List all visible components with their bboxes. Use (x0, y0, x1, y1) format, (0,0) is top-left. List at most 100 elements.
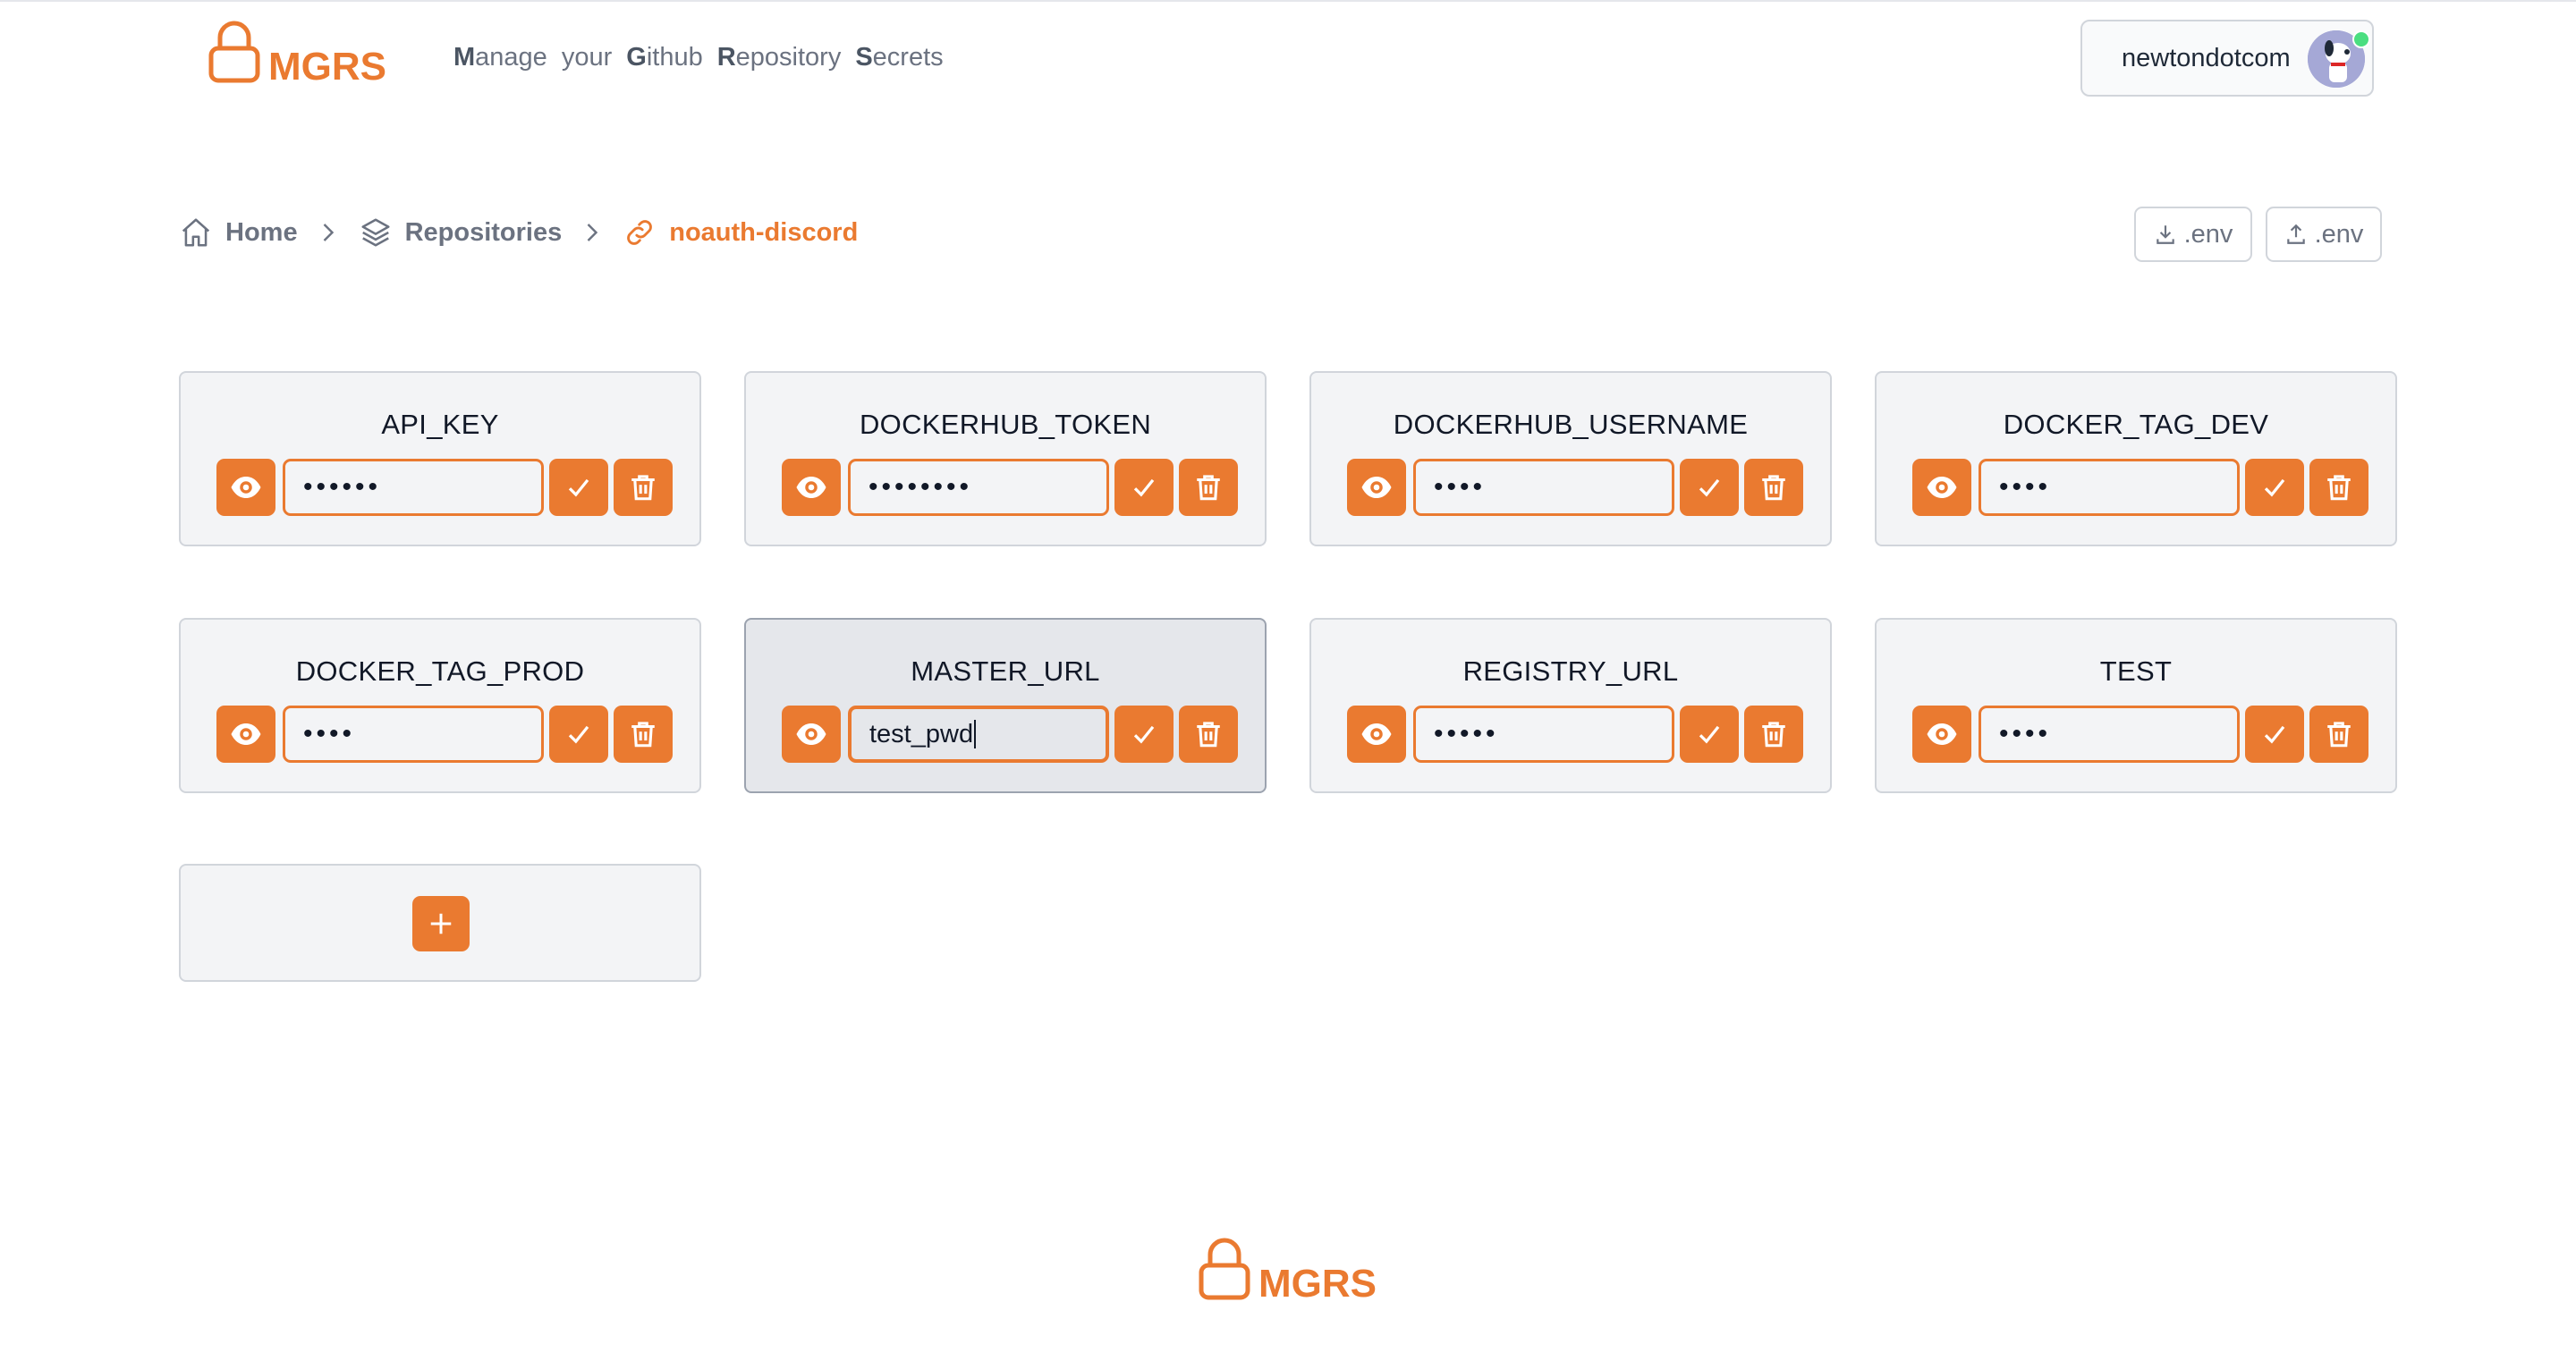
brand-logo[interactable]: MGRS (208, 20, 386, 89)
home-icon (182, 218, 210, 247)
eye-icon (796, 477, 826, 498)
secret-value-input[interactable]: •••••••• (848, 459, 1109, 516)
secret-value-input[interactable]: •••• (1413, 459, 1674, 516)
user-menu-button[interactable]: newtondotcom (2080, 20, 2374, 97)
secret-name: API_KEY (381, 409, 499, 440)
reveal-button[interactable] (216, 706, 275, 763)
brand-name: MGRS (268, 45, 386, 89)
secret-name: DOCKERHUB_TOKEN (859, 409, 1152, 440)
breadcrumb-repositories[interactable]: Repositories (359, 216, 563, 249)
link-icon (627, 220, 653, 245)
secret-value-input[interactable]: •••• (1979, 459, 2240, 516)
secret-card: API_KEY •••••• (179, 371, 701, 546)
reveal-button[interactable] (782, 459, 841, 516)
secret-name: DOCKER_TAG_DEV (2003, 409, 2269, 440)
secret-name: REGISTRY_URL (1462, 655, 1679, 687)
add-secret-card (179, 864, 701, 982)
layers-icon (361, 218, 390, 247)
add-secret-button[interactable] (412, 896, 470, 951)
reveal-button[interactable] (1912, 459, 1971, 516)
check-icon (2264, 478, 2285, 497)
save-button[interactable] (549, 459, 608, 516)
reveal-button[interactable] (1347, 459, 1406, 516)
eye-icon (1361, 477, 1392, 498)
breadcrumb-home[interactable]: Home (179, 216, 298, 249)
save-button[interactable] (549, 706, 608, 763)
secret-value-input[interactable]: •••••• (283, 459, 544, 516)
save-button[interactable] (2245, 706, 2304, 763)
trash-icon (2327, 722, 2351, 748)
secret-value-text: test_pwd (869, 719, 974, 748)
delete-button[interactable] (614, 459, 673, 516)
window-top-border (0, 0, 2576, 2)
trash-icon (631, 722, 655, 748)
secret-name: DOCKER_TAG_PROD (295, 655, 585, 687)
online-status-dot (2352, 30, 2370, 48)
delete-button[interactable] (614, 706, 673, 763)
trash-icon (1762, 475, 1785, 501)
delete-button[interactable] (2309, 459, 2368, 516)
delete-button[interactable] (1179, 459, 1238, 516)
eye-icon (796, 723, 826, 745)
secret-name: MASTER_URL (911, 655, 1100, 687)
breadcrumb: Home Repositories noauth-discord (179, 216, 858, 249)
username: newtondotcom (2122, 43, 2291, 72)
trash-icon (631, 475, 655, 501)
footer-logo: MGRS (1198, 1237, 1377, 1304)
chevron-right-icon (583, 222, 601, 243)
tagline-word: Github (626, 43, 703, 72)
secret-card-active: MASTER_URL test_pwd (744, 618, 1267, 793)
lock-icon (1199, 1238, 1250, 1300)
upload-env-button[interactable]: .env (2266, 207, 2382, 262)
download-env-button[interactable]: .env (2134, 207, 2252, 262)
save-button[interactable] (1114, 459, 1174, 516)
reveal-button[interactable] (1912, 706, 1971, 763)
trash-icon (1197, 475, 1220, 501)
tagline-word: Manage (453, 43, 547, 72)
plus-icon (430, 913, 452, 934)
reveal-button[interactable] (782, 706, 841, 763)
check-icon (2264, 725, 2285, 744)
reveal-button[interactable] (216, 459, 275, 516)
trash-icon (1197, 722, 1220, 748)
save-button[interactable] (1114, 706, 1174, 763)
breadcrumb-current-label: noauth-discord (669, 217, 859, 247)
delete-button[interactable] (2309, 706, 2368, 763)
secret-value-input[interactable]: •••• (283, 706, 544, 763)
upload-env-label: .env (2314, 219, 2364, 249)
breadcrumb-current[interactable]: noauth-discord (623, 216, 858, 249)
delete-button[interactable] (1744, 706, 1803, 763)
save-button[interactable] (1680, 706, 1739, 763)
check-icon (1133, 478, 1155, 497)
trash-icon (2327, 475, 2351, 501)
secret-value-input[interactable]: •••• (1979, 706, 2240, 763)
secret-value-input[interactable]: ••••• (1413, 706, 1674, 763)
chevron-right-icon (319, 222, 337, 243)
delete-button[interactable] (1744, 459, 1803, 516)
text-caret (974, 720, 977, 748)
trash-icon (1762, 722, 1785, 748)
check-icon (568, 478, 589, 497)
tagline: Manage your Github Repository Secrets (453, 43, 958, 72)
secret-card: DOCKERHUB_TOKEN •••••••• (744, 371, 1267, 546)
secret-value-input-focused[interactable]: test_pwd (848, 706, 1109, 763)
save-button[interactable] (2245, 459, 2304, 516)
secret-card: DOCKERHUB_USERNAME •••• (1309, 371, 1832, 546)
secret-card: DOCKER_TAG_DEV •••• (1875, 371, 2397, 546)
save-button[interactable] (1680, 459, 1739, 516)
secret-name: TEST (2099, 655, 2173, 687)
delete-button[interactable] (1179, 706, 1238, 763)
eye-icon (1361, 723, 1392, 745)
check-icon (1699, 725, 1720, 744)
eye-icon (1927, 477, 1957, 498)
check-icon (1133, 725, 1155, 744)
check-icon (1699, 478, 1720, 497)
secret-card: DOCKER_TAG_PROD •••• (179, 618, 701, 793)
lock-icon (208, 21, 260, 83)
reveal-button[interactable] (1347, 706, 1406, 763)
download-env-label: .env (2183, 219, 2233, 249)
breadcrumb-repositories-label: Repositories (404, 217, 563, 247)
eye-icon (1927, 723, 1957, 745)
secret-card: TEST •••• (1875, 618, 2397, 793)
tagline-word: Repository (716, 43, 842, 72)
